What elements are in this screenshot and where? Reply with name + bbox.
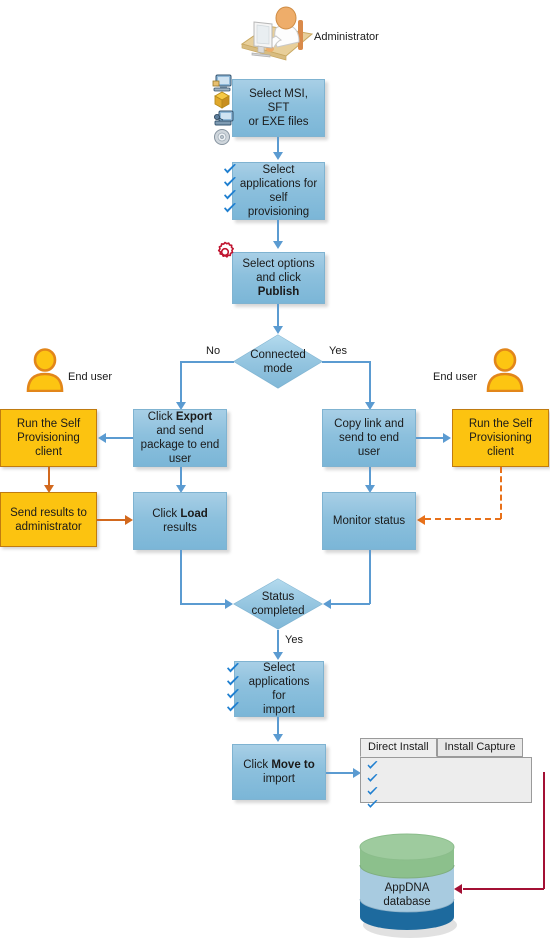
node-run-client-left[interactable]: Run the Self Provisioning client: [0, 409, 97, 467]
edge-copy-link-to-run-client: [416, 437, 444, 439]
edge-export-to-run-client-arrowhead: [98, 432, 106, 443]
edge-no-horizontal: [180, 361, 234, 363]
decision-connected-mode[interactable]: Connected mode: [233, 334, 323, 389]
node-click-move-to-import-label: Click Move to import: [243, 759, 315, 785]
checkmark-icon: [223, 203, 237, 215]
edge-install-to-database-vertical: [543, 772, 545, 889]
decision-connected-mode-label: Connected mode: [250, 348, 306, 375]
checkmark-icon: [226, 663, 240, 675]
node-select-apps-import[interactable]: Select applications for import: [234, 661, 324, 717]
edge-load-to-status-vertical: [180, 550, 182, 604]
tab-install-capture[interactable]: Install Capture: [436, 738, 524, 757]
node-send-results[interactable]: Send results to administrator: [0, 492, 97, 547]
end-user-label-right: End user: [433, 371, 478, 383]
edge-monitor-to-status-vertical: [369, 550, 371, 604]
node-select-options-publish-label: Select options and click Publish: [242, 258, 315, 298]
node-click-load-results-label: Click Load results: [152, 508, 208, 534]
node-select-apps-self-provisioning-label: Select applications for self provisionin…: [239, 164, 318, 218]
node-select-files-label: Select MSI, SFT or EXE files: [248, 88, 309, 128]
node-select-options-publish[interactable]: Select options and click Publish: [232, 252, 325, 304]
edge-import-to-move-arrowhead: [272, 734, 283, 742]
node-send-results-label: Send results to administrator: [10, 506, 87, 533]
install-panel-tabs[interactable]: Direct Install Install Capture: [360, 738, 524, 757]
end-user-person-icon-right: [484, 348, 526, 393]
checkmark-icon: [226, 676, 240, 688]
edge-files-to-apps-arrowhead: [272, 152, 283, 160]
edge-install-to-database-horizontal: [463, 888, 544, 890]
node-copy-link[interactable]: Copy link and send to end user: [322, 409, 416, 467]
edge-move-to-install-panel: [326, 772, 354, 774]
node-click-load-results[interactable]: Click Load results: [133, 492, 227, 550]
end-user-person-icon-left: [24, 348, 66, 393]
edge-no-vertical: [180, 361, 182, 406]
edge-monitor-to-status-horizontal: [331, 603, 370, 605]
checkmark-icon: [366, 761, 380, 773]
edge-label-yes: Yes: [329, 345, 347, 357]
checkmark-icon: [366, 787, 380, 799]
decision-status-completed[interactable]: Status completed: [233, 578, 323, 630]
node-monitor-status-label: Monitor status: [332, 515, 406, 527]
checkmark-icon: [223, 190, 237, 202]
checkmark-icon: [223, 177, 237, 189]
node-select-files[interactable]: Select MSI, SFT or EXE files: [232, 79, 325, 137]
edge-run-client-to-monitor-dashed-vertical: [500, 467, 502, 519]
install-panel-checkmarks: [366, 761, 380, 812]
edge-load-to-status-horizontal: [180, 603, 226, 605]
end-user-label-left: End user: [68, 371, 113, 383]
edge-label-yes-status: Yes: [285, 634, 303, 646]
install-panel[interactable]: Direct Install Install Capture: [360, 738, 532, 808]
appdna-database-cylinder: AppDNA database: [352, 833, 462, 938]
node-select-apps-self-provisioning[interactable]: Select applications for self provisionin…: [232, 162, 325, 220]
edge-apps-to-options-arrowhead: [272, 241, 283, 249]
edge-status-to-import-arrowhead: [272, 652, 283, 660]
edge-run-client-to-monitor-arrowhead: [417, 514, 425, 525]
administrator-label: Administrator: [314, 31, 379, 43]
appdna-database-label: AppDNA database: [383, 882, 431, 908]
edge-run-client-to-monitor-dashed-horizontal: [425, 518, 501, 520]
tab-direct-install[interactable]: Direct Install: [360, 738, 437, 757]
checkmark-icon: [226, 689, 240, 701]
node-monitor-status[interactable]: Monitor status: [322, 492, 416, 550]
node-click-export-label: Click Export and send package to end use…: [140, 411, 220, 465]
node-click-export[interactable]: Click Export and send package to end use…: [133, 409, 227, 467]
checkmark-icon-strip-import: [226, 663, 240, 714]
edge-label-no: No: [206, 345, 221, 357]
node-click-move-to-import[interactable]: Click Move to import: [232, 744, 326, 800]
edge-monitor-to-status-arrowhead: [323, 599, 331, 609]
node-copy-link-label: Copy link and send to end user: [334, 418, 404, 458]
edge-send-results-to-load-arrowhead: [125, 514, 133, 525]
checkmark-icon: [366, 774, 380, 786]
install-panel-body: [360, 757, 532, 808]
node-run-client-right[interactable]: Run the Self Provisioning client: [452, 409, 549, 467]
checkmark-icon: [226, 702, 240, 714]
decision-status-completed-label: Status completed: [251, 591, 305, 617]
checkmark-icon: [366, 800, 380, 812]
node-run-client-left-label: Run the Self Provisioning client: [16, 418, 81, 458]
node-select-apps-import-label: Select applications for import: [248, 662, 310, 716]
edge-copy-link-to-run-client-arrowhead: [443, 432, 451, 443]
edge-yes-vertical: [369, 361, 371, 406]
checkmark-icon-strip-self-provisioning: [223, 164, 237, 215]
edge-load-to-status-arrowhead: [225, 599, 233, 609]
edge-export-to-run-client: [106, 437, 133, 439]
flowchart-canvas: Administrator Select MSI, SFT or EXE fil…: [0, 0, 550, 941]
checkmark-icon: [223, 164, 237, 176]
node-run-client-right-label: Run the Self Provisioning client: [468, 418, 533, 458]
edge-send-results-to-load: [97, 519, 126, 521]
edge-yes-horizontal: [322, 361, 370, 363]
administrator-at-desk-icon: [228, 4, 320, 62]
edge-options-to-connected-arrowhead: [272, 326, 283, 334]
